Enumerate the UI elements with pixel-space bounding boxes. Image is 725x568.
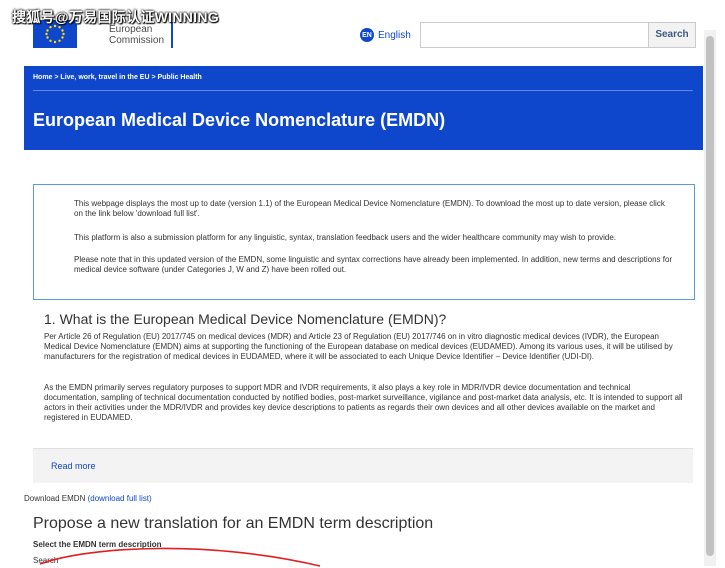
- download-label: Download EMDN: [24, 494, 86, 503]
- notice-paragraph-2: This platform is also a submission platf…: [74, 233, 617, 242]
- search-button[interactable]: Search: [648, 22, 696, 48]
- logo-text: European Commission: [109, 24, 164, 46]
- emdn-section: 1. What is the European Medical Device N…: [33, 300, 693, 450]
- download-line: Download EMDN (download full list): [24, 494, 152, 503]
- page-title: European Medical Device Nomenclature (EM…: [33, 110, 446, 130]
- notice-paragraph-3: Please note that in this updated version…: [74, 255, 673, 274]
- notice-paragraph-1: This webpage displays the most up to dat…: [74, 199, 665, 218]
- propose-title: Propose a new translation for an EMDN te…: [33, 515, 434, 532]
- section-paragraph-2: As the EMDN primarily serves regulatory …: [44, 383, 683, 422]
- logo-line-2: Commission: [109, 35, 165, 46]
- language-label: English: [378, 29, 411, 41]
- red-annotation-circle: [39, 547, 321, 567]
- section-paragraph-1: Per Article 26 of Regulation (EU) 2017/7…: [44, 332, 673, 361]
- download-full-list-link[interactable]: (download full list): [88, 494, 152, 503]
- breadcrumb[interactable]: Home > Live, work, travel in the EU > Pu…: [33, 74, 202, 81]
- read-more-link[interactable]: Read more: [51, 461, 96, 471]
- search-input[interactable]: [420, 22, 652, 48]
- section-title: 1. What is the European Medical Device N…: [44, 311, 447, 327]
- page-banner: Home > Live, work, travel in the EU > Pu…: [24, 66, 703, 150]
- scrollbar-thumb[interactable]: [706, 36, 714, 556]
- watermark: 搜狐号@万易国际认证WINNING: [12, 9, 219, 25]
- language-icon: EN: [360, 28, 374, 42]
- info-notice: This webpage displays the most up to dat…: [33, 184, 695, 300]
- language-switcher[interactable]: EN English: [360, 28, 411, 42]
- read-more-bar: Read more: [33, 448, 693, 483]
- breadcrumb-divider: [33, 90, 693, 91]
- scrollbar[interactable]: [704, 30, 716, 566]
